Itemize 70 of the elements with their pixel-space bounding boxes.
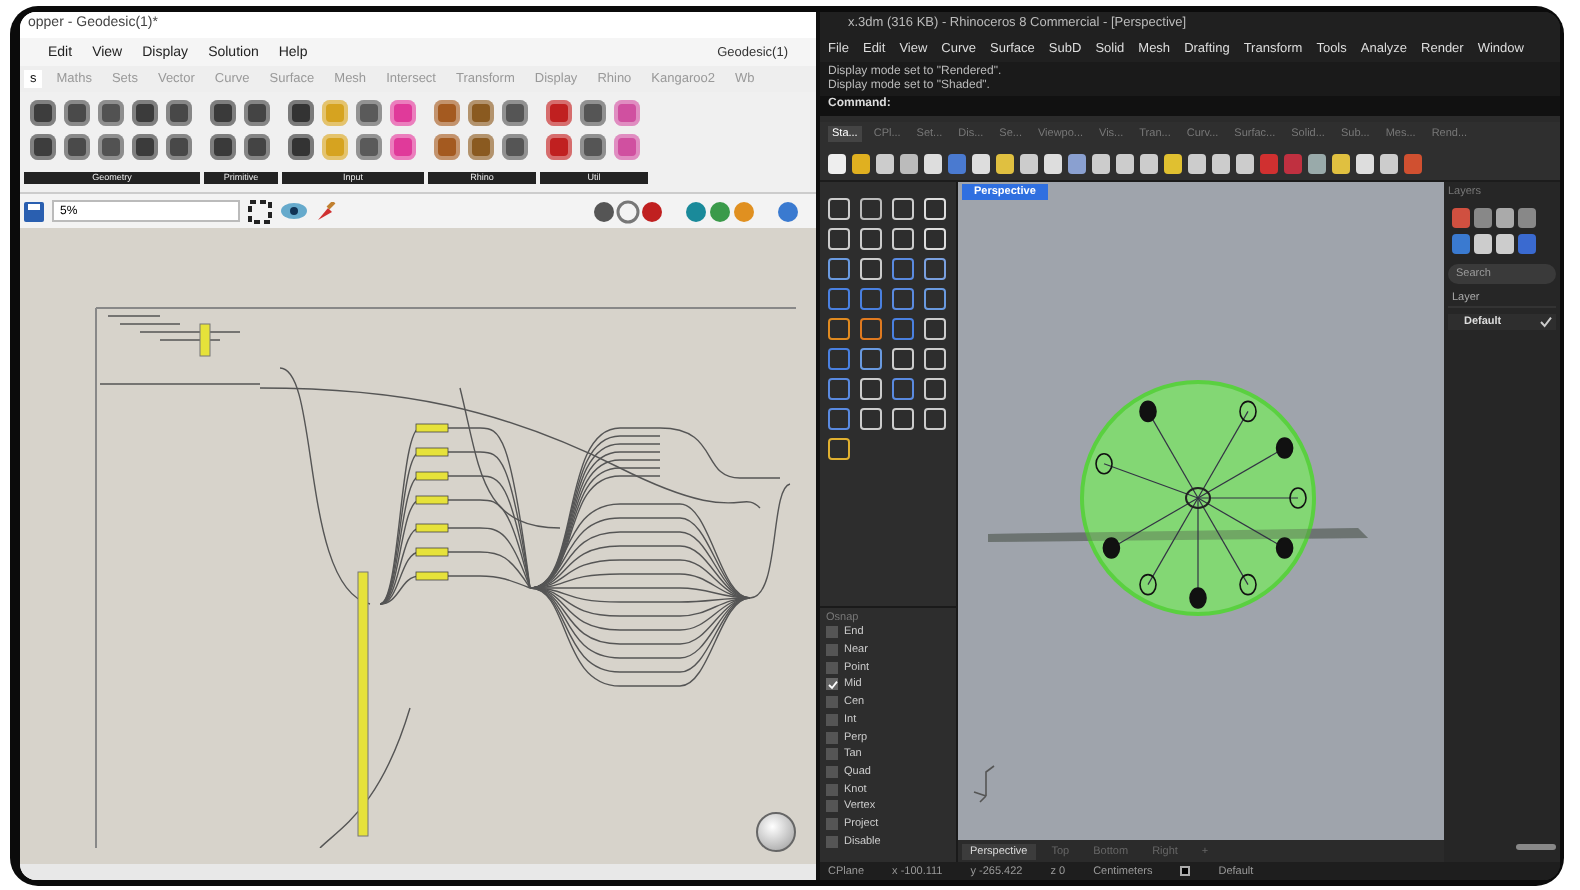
- scrollbar-thumb[interactable]: [1516, 844, 1556, 850]
- tool-icon[interactable]: [892, 408, 914, 430]
- checkbox[interactable]: [826, 835, 838, 848]
- checkbox[interactable]: [826, 644, 838, 657]
- component-icon[interactable]: [210, 134, 236, 160]
- component-icon[interactable]: [166, 134, 192, 160]
- component-icon[interactable]: [502, 100, 528, 126]
- tool-icon[interactable]: [828, 198, 850, 220]
- tool-icon[interactable]: [860, 228, 882, 250]
- checkbox[interactable]: [826, 783, 838, 796]
- component-icon[interactable]: [244, 100, 270, 126]
- checkbox[interactable]: [826, 696, 838, 709]
- checkbox[interactable]: [826, 817, 838, 830]
- checkbox[interactable]: [826, 800, 838, 813]
- tool-icon[interactable]: [924, 258, 946, 280]
- component-icon[interactable]: [468, 134, 494, 160]
- check-icon: [1540, 316, 1552, 328]
- checkbox[interactable]: [826, 661, 838, 674]
- component-icon[interactable]: [132, 100, 158, 126]
- tool-icon[interactable]: [860, 318, 882, 340]
- component-icon[interactable]: [30, 100, 56, 126]
- component-icon[interactable]: [288, 134, 314, 160]
- checkbox[interactable]: [826, 713, 838, 726]
- tool-icon[interactable]: [860, 348, 882, 370]
- component-icon[interactable]: [132, 134, 158, 160]
- tool-icon[interactable]: [828, 258, 850, 280]
- component-icon[interactable]: [580, 100, 606, 126]
- tool-icon[interactable]: [828, 318, 850, 340]
- tool-icon[interactable]: [924, 348, 946, 370]
- tool-icon[interactable]: [892, 198, 914, 220]
- component-icon[interactable]: [356, 134, 382, 160]
- tool-icon[interactable]: [828, 228, 850, 250]
- component-icon[interactable]: [30, 134, 56, 160]
- tool-icon[interactable]: [924, 288, 946, 310]
- navigation-ball-icon[interactable]: [756, 812, 796, 852]
- checkbox[interactable]: [826, 678, 838, 691]
- component-icon[interactable]: [210, 100, 236, 126]
- save-icon[interactable]: [24, 201, 44, 221]
- component-icon[interactable]: [580, 134, 606, 160]
- component-icon[interactable]: [468, 100, 494, 126]
- tool-icon[interactable]: [828, 438, 850, 460]
- tool-icon[interactable]: [860, 378, 882, 400]
- brush-icon[interactable]: [316, 201, 336, 221]
- component-icon[interactable]: [98, 134, 124, 160]
- component-icon[interactable]: [64, 100, 90, 126]
- checkbox[interactable]: [826, 748, 838, 761]
- tool-icon[interactable]: [860, 258, 882, 280]
- checkbox[interactable]: [826, 731, 838, 744]
- tool-icon[interactable]: [892, 228, 914, 250]
- layer-color-swatch: [1180, 866, 1191, 876]
- tool-icon[interactable]: [924, 408, 946, 430]
- component-icon[interactable]: [64, 134, 90, 160]
- component-icon[interactable]: [288, 100, 314, 126]
- focus-icon[interactable]: [248, 199, 272, 223]
- component-icon[interactable]: [502, 134, 528, 160]
- tool-icon[interactable]: [924, 378, 946, 400]
- component-icon[interactable]: [546, 134, 572, 160]
- component-icon[interactable]: [98, 100, 124, 126]
- component-icon[interactable]: [244, 134, 270, 160]
- checkbox[interactable]: [826, 626, 838, 639]
- component-icon[interactable]: [166, 100, 192, 126]
- tool-icon[interactable]: [860, 408, 882, 430]
- tool-icon[interactable]: [924, 318, 946, 340]
- eye-icon[interactable]: [280, 202, 308, 220]
- component-icon[interactable]: [356, 100, 382, 126]
- tool-icon[interactable]: [892, 348, 914, 370]
- tool-icon[interactable]: [860, 198, 882, 220]
- component-node-group[interactable]: [415, 423, 449, 581]
- checkbox[interactable]: [826, 765, 838, 778]
- component-icon[interactable]: [546, 100, 572, 126]
